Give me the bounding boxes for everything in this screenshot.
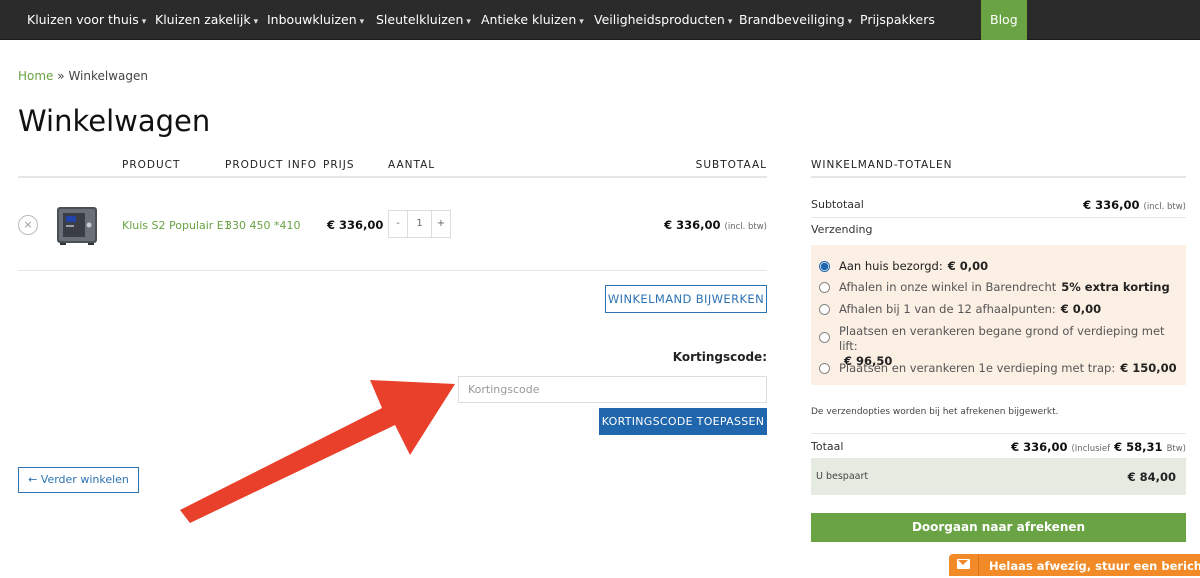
radio-icon[interactable] — [819, 363, 830, 374]
savings-label: U bespaart — [816, 471, 869, 482]
product-info-link[interactable]: 330 450 *410 — [225, 219, 300, 232]
shipping-option-label: Afhalen in onze winkel in Barendrecht — [839, 280, 1057, 294]
shipping-note: De verzendopties worden bij het afrekene… — [811, 407, 1059, 417]
shipping-options: Aan huis bezorgd: € 0,00 Afhalen in onze … — [811, 245, 1186, 385]
radio-checked-icon[interactable] — [819, 261, 830, 272]
chevron-down-icon: ▾ — [579, 17, 584, 27]
shipping-option-install-stairs[interactable]: Plaatsen en verankeren 1e verdieping met… — [819, 361, 1177, 375]
remove-item-icon[interactable]: × — [18, 215, 38, 235]
checkout-button[interactable]: Doorgaan naar afrekenen — [811, 513, 1186, 542]
nav-item-veiligheidsproducten[interactable]: Veiligheidsproducten ▾ — [594, 0, 732, 40]
total-tax-suffix: Btw) — [1166, 444, 1186, 454]
quantity-decrease-button[interactable]: - — [389, 211, 408, 237]
header-quantity: AANTAL — [388, 159, 436, 171]
chevron-down-icon: ▾ — [727, 17, 733, 27]
chevron-down-icon: ▾ — [253, 17, 259, 27]
annotation-arrow-icon — [180, 380, 455, 523]
apply-coupon-button[interactable]: KORTINGSCODE TOEPASSEN — [599, 408, 767, 435]
shipping-label: Verzending — [811, 223, 873, 236]
update-cart-button[interactable]: WINKELMAND BIJWERKEN — [605, 285, 767, 313]
header-price: PRIJS — [323, 159, 355, 171]
shipping-option-label: Plaatsen en verankeren begane grond of v… — [839, 324, 1165, 353]
shipping-option-label: Afhalen bij 1 van de 12 afhaalpunten: — [839, 302, 1056, 316]
quantity-stepper: - 1 + — [388, 210, 451, 238]
shipping-option-pickup-store[interactable]: Afhalen in onze winkel in Barendrecht 5% … — [819, 280, 1170, 294]
nav-item-inbouwkluizen[interactable]: Inbouwkluizen ▾ — [267, 0, 364, 40]
nav-label: Antieke kluizen — [481, 12, 577, 27]
total-value: € 336,00 (Inclusief € 58,31 Btw) — [1011, 440, 1186, 454]
totals-divider — [811, 433, 1186, 434]
totals-subtotal-label: Subtotaal — [811, 198, 864, 211]
shipping-option-home-delivery[interactable]: Aan huis bezorgd: € 0,00 — [819, 259, 988, 273]
radio-icon[interactable] — [819, 304, 830, 315]
row-subtotal-suffix: (incl. btw) — [724, 222, 768, 232]
table-row-divider — [18, 270, 767, 271]
nav-item-kluizen-voor-thuis[interactable]: Kluizen voor thuis ▾ — [27, 0, 146, 40]
totals-subtotal-value: € 336,00 (incl. btw) — [1083, 198, 1186, 212]
radio-icon[interactable] — [819, 332, 830, 343]
nav-label: Kluizen voor thuis — [27, 12, 139, 27]
quantity-input[interactable]: 1 — [408, 211, 431, 237]
nav-item-brandbeveiliging[interactable]: Brandbeveiliging ▾ — [739, 0, 852, 40]
nav-label: Blog — [990, 12, 1018, 27]
chat-widget-tab[interactable]: Helaas afwezig, stuur een bericht — [949, 554, 1200, 576]
shipping-option-pickup-points[interactable]: Afhalen bij 1 van de 12 afhaalpunten: € 0… — [819, 302, 1101, 316]
totals-header-divider — [811, 176, 1186, 178]
nav-item-sleutelkluizen[interactable]: Sleutelkluizen ▾ — [376, 0, 471, 40]
radio-icon[interactable] — [819, 282, 830, 293]
nav-label: Prijspakkers — [860, 12, 935, 27]
total-tax-amount: € 58,31 — [1114, 440, 1163, 454]
table-header-divider — [18, 176, 767, 178]
total-inclusive-text: (Inclusief — [1071, 444, 1111, 454]
top-navigation: Kluizen voor thuis ▾ Kluizen zakelijk ▾ In… — [0, 0, 1200, 40]
shipping-option-label: Aan huis bezorgd: — [839, 259, 943, 273]
savings-row: U bespaart € 84,00 — [811, 458, 1186, 495]
totals-divider — [811, 217, 1186, 218]
breadcrumb-separator: » — [57, 69, 65, 83]
nav-item-prijspakkers[interactable]: Prijspakkers — [860, 0, 935, 40]
row-subtotal-value: € 336,00 — [664, 218, 721, 232]
shipping-option-price: 5% extra korting — [1061, 280, 1170, 294]
breadcrumb-current: Winkelwagen — [68, 69, 148, 83]
header-product-info: PRODUCT INFO — [225, 159, 318, 171]
chevron-down-icon: ▾ — [466, 17, 471, 27]
product-name-link[interactable]: Kluis S2 Populair E1 — [122, 219, 231, 232]
coupon-label: Kortingscode: — [672, 350, 767, 364]
chevron-down-icon: ▾ — [141, 17, 147, 27]
nav-item-antieke-kluizen[interactable]: Antieke kluizen ▾ — [481, 0, 584, 40]
nav-item-kluizen-zakelijk[interactable]: Kluizen zakelijk ▾ — [155, 0, 258, 40]
chat-label: Helaas afwezig, stuur een bericht — [989, 559, 1200, 573]
nav-label: Sleutelkluizen — [376, 12, 464, 27]
shipping-option-price: € 0,00 — [1060, 302, 1102, 316]
total-label: Totaal — [811, 440, 844, 453]
row-subtotal: € 336,00 (incl. btw) — [664, 218, 767, 232]
savings-value: € 84,00 — [1127, 470, 1176, 484]
continue-shopping-button[interactable]: ← Verder winkelen — [18, 467, 139, 493]
nav-label: Kluizen zakelijk — [155, 12, 251, 27]
totals-subtotal-amount: € 336,00 — [1083, 198, 1140, 212]
coupon-input[interactable]: Kortingscode — [458, 376, 767, 403]
chevron-down-icon: ▾ — [359, 17, 365, 27]
breadcrumb-home-link[interactable]: Home — [18, 69, 53, 83]
quantity-increase-button[interactable]: + — [431, 211, 450, 237]
header-product: PRODUCT — [122, 159, 181, 171]
shipping-option-price: € 150,00 — [1120, 361, 1177, 375]
product-thumbnail-safe[interactable] — [54, 202, 100, 248]
shipping-option-label: Plaatsen en verankeren 1e verdieping met… — [839, 361, 1116, 375]
chat-separator — [978, 554, 979, 576]
totals-subtotal-suffix: (incl. btw) — [1143, 202, 1187, 212]
total-amount: € 336,00 — [1011, 440, 1068, 454]
breadcrumb: Home » Winkelwagen — [18, 69, 148, 83]
nav-label: Veiligheidsproducten — [594, 12, 725, 27]
nav-item-blog[interactable]: Blog — [981, 0, 1027, 40]
nav-label: Brandbeveiliging — [739, 12, 845, 27]
cart-totals-title: WINKELMAND-TOTALEN — [811, 159, 953, 171]
chevron-down-icon: ▾ — [847, 17, 853, 27]
product-price: € 336,00 — [327, 218, 384, 232]
page-title: Winkelwagen — [18, 104, 211, 138]
envelope-icon — [957, 559, 970, 569]
nav-label: Inbouwkluizen — [267, 12, 357, 27]
shipping-option-price: € 0,00 — [947, 259, 989, 273]
header-subtotal: SUBTOTAAL — [695, 159, 767, 171]
